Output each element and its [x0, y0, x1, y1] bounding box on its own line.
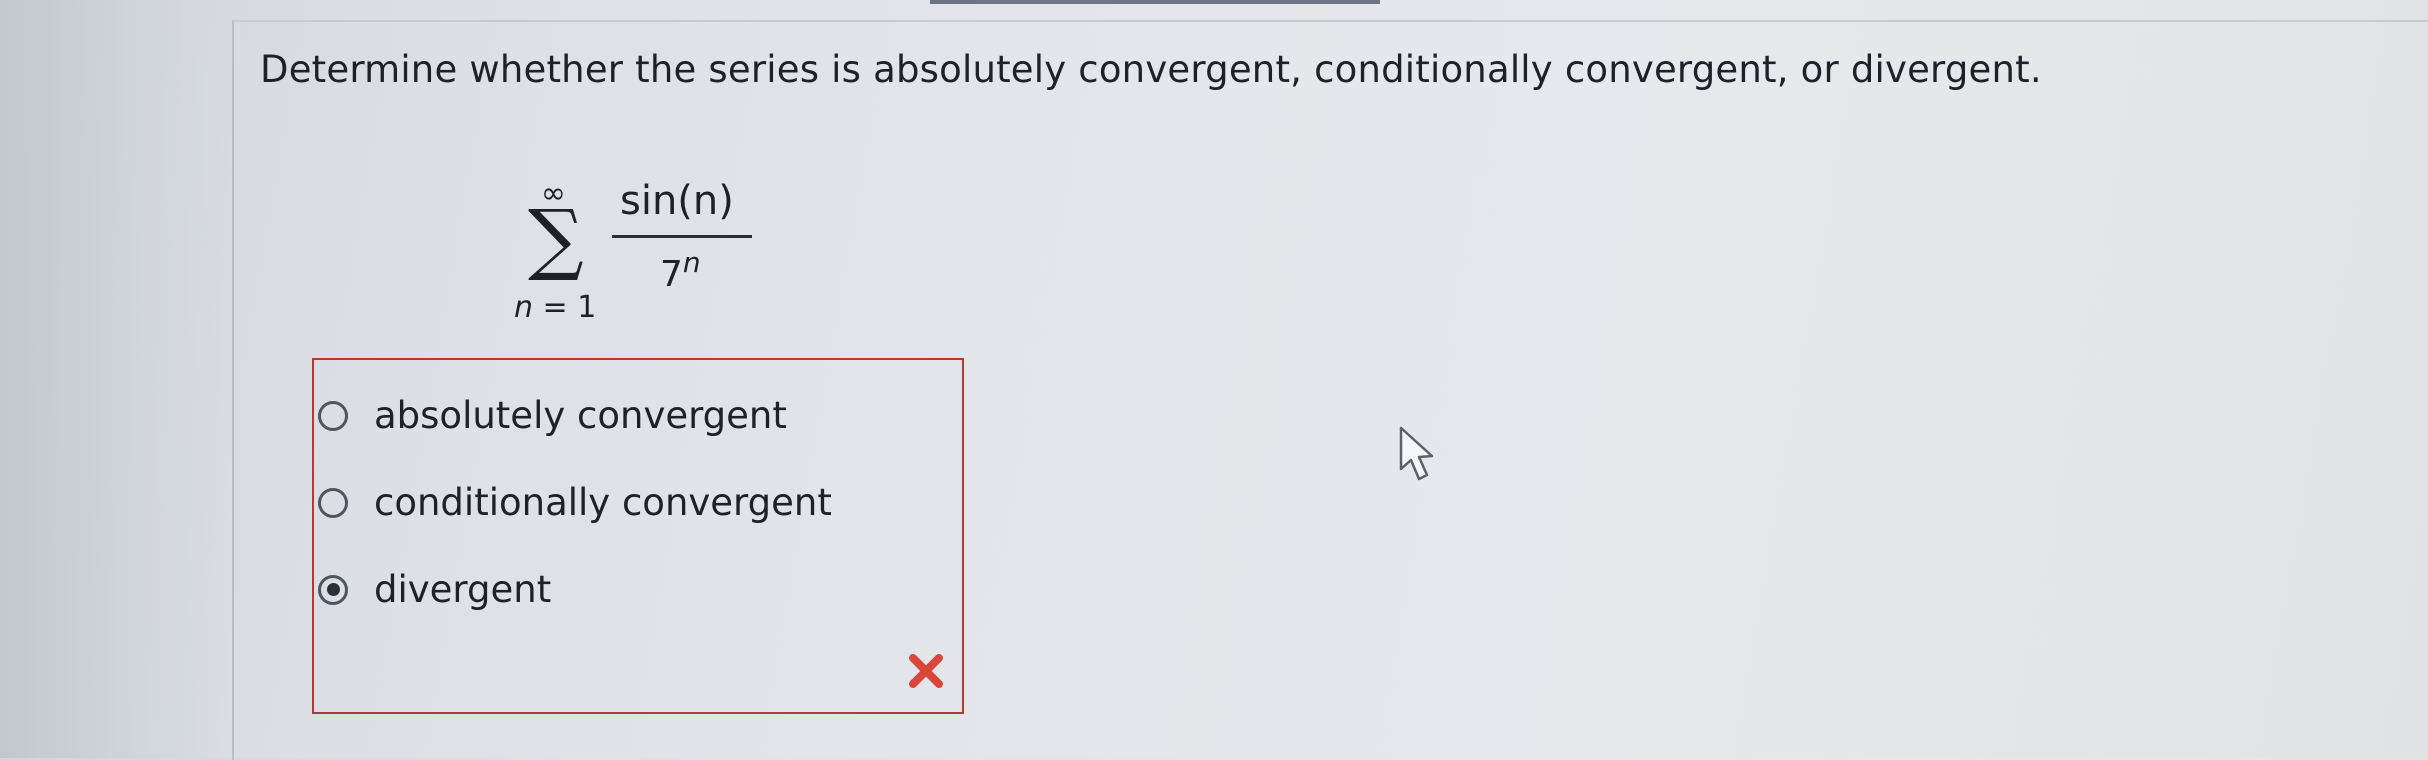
- denominator-base: 7: [660, 254, 683, 295]
- denominator-exponent: n: [682, 246, 701, 279]
- option-absolutely-convergent[interactable]: absolutely convergent: [318, 394, 787, 437]
- lower-limit-value: = 1: [533, 290, 597, 325]
- top-tab-bar: [930, 0, 1380, 4]
- series-lower-limit: n = 1: [514, 290, 596, 325]
- sigma-symbol: ∑: [528, 194, 584, 284]
- radio-button-unchecked[interactable]: [318, 400, 348, 431]
- option-label: absolutely convergent: [374, 394, 787, 437]
- series-numerator: sin(n): [620, 178, 734, 224]
- option-label: conditionally convergent: [374, 481, 832, 524]
- option-label: divergent: [374, 568, 552, 611]
- background-shadow: [0, 0, 230, 758]
- option-divergent[interactable]: divergent: [318, 568, 551, 611]
- mouse-cursor-icon: [1399, 426, 1434, 481]
- question-prompt: Determine whether the series is absolute…: [260, 48, 2042, 91]
- index-variable: n: [514, 290, 534, 325]
- x-icon: [909, 654, 943, 688]
- option-conditionally-convergent[interactable]: conditionally convergent: [318, 481, 832, 524]
- fraction-bar: [612, 235, 752, 238]
- series-denominator: 7n: [660, 246, 701, 295]
- radio-button-unchecked[interactable]: [318, 487, 348, 518]
- radio-button-checked[interactable]: [318, 574, 348, 605]
